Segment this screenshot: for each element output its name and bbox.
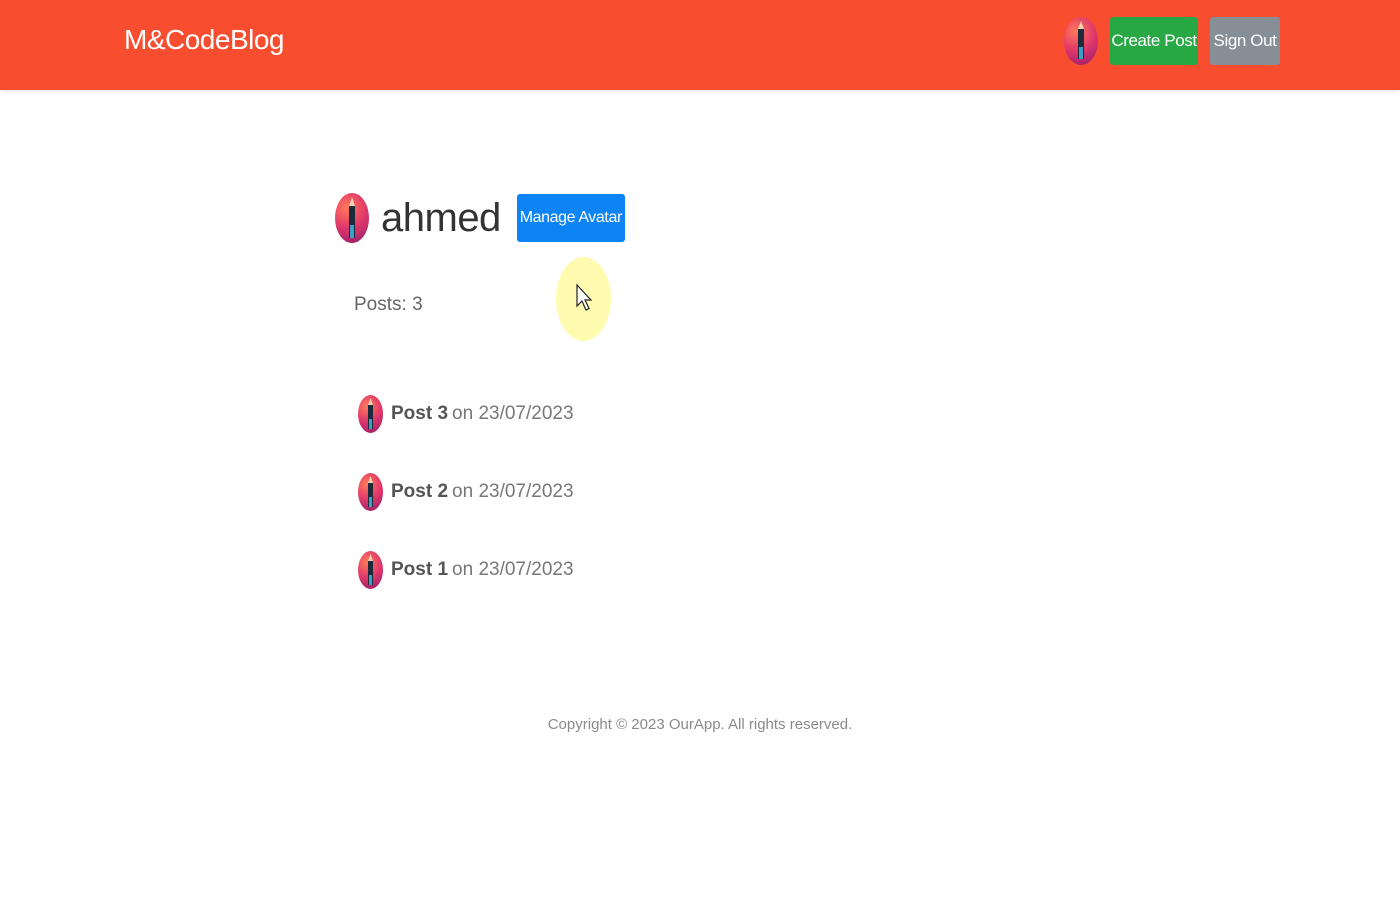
post-list-item[interactable]: Post 1 on 23/07/2023: [358, 551, 574, 589]
post-list: Post 3 on 23/07/2023 Post 2 on 23/07/202…: [358, 395, 574, 629]
post-title: Post 3: [391, 403, 449, 424]
create-post-button[interactable]: Create Post: [1110, 17, 1198, 65]
cursor-icon: [576, 284, 592, 311]
profile-header: ahmed Manage Avatar: [335, 193, 625, 243]
post-date: on 23/07/2023: [452, 559, 574, 580]
post-date: on 23/07/2023: [452, 403, 574, 424]
manage-avatar-button[interactable]: Manage Avatar: [516, 194, 625, 242]
post-avatar-icon: [358, 551, 383, 589]
post-list-item[interactable]: Post 3 on 23/07/2023: [358, 395, 574, 433]
posts-count-tab[interactable]: Posts: 3: [354, 294, 423, 316]
header-actions: Create Post Sign Out: [1064, 17, 1280, 65]
post-title: Post 2: [391, 481, 449, 502]
post-avatar-icon: [358, 473, 383, 511]
post-avatar-icon: [358, 395, 383, 433]
post-date: on 23/07/2023: [452, 481, 574, 502]
site-brand-link[interactable]: M&CodeBlog: [124, 24, 284, 56]
footer-copyright: Copyright © 2023 OurApp. All rights rese…: [547, 716, 853, 733]
post-title: Post 1: [391, 559, 449, 580]
profile-username: ahmed: [381, 195, 501, 240]
site-header: M&CodeBlog Create Post Sign Out: [0, 0, 1400, 90]
sign-out-button[interactable]: Sign Out: [1210, 17, 1280, 65]
header-avatar-icon[interactable]: [1064, 17, 1098, 65]
profile-avatar-icon: [335, 193, 369, 243]
post-list-item[interactable]: Post 2 on 23/07/2023: [358, 473, 574, 511]
